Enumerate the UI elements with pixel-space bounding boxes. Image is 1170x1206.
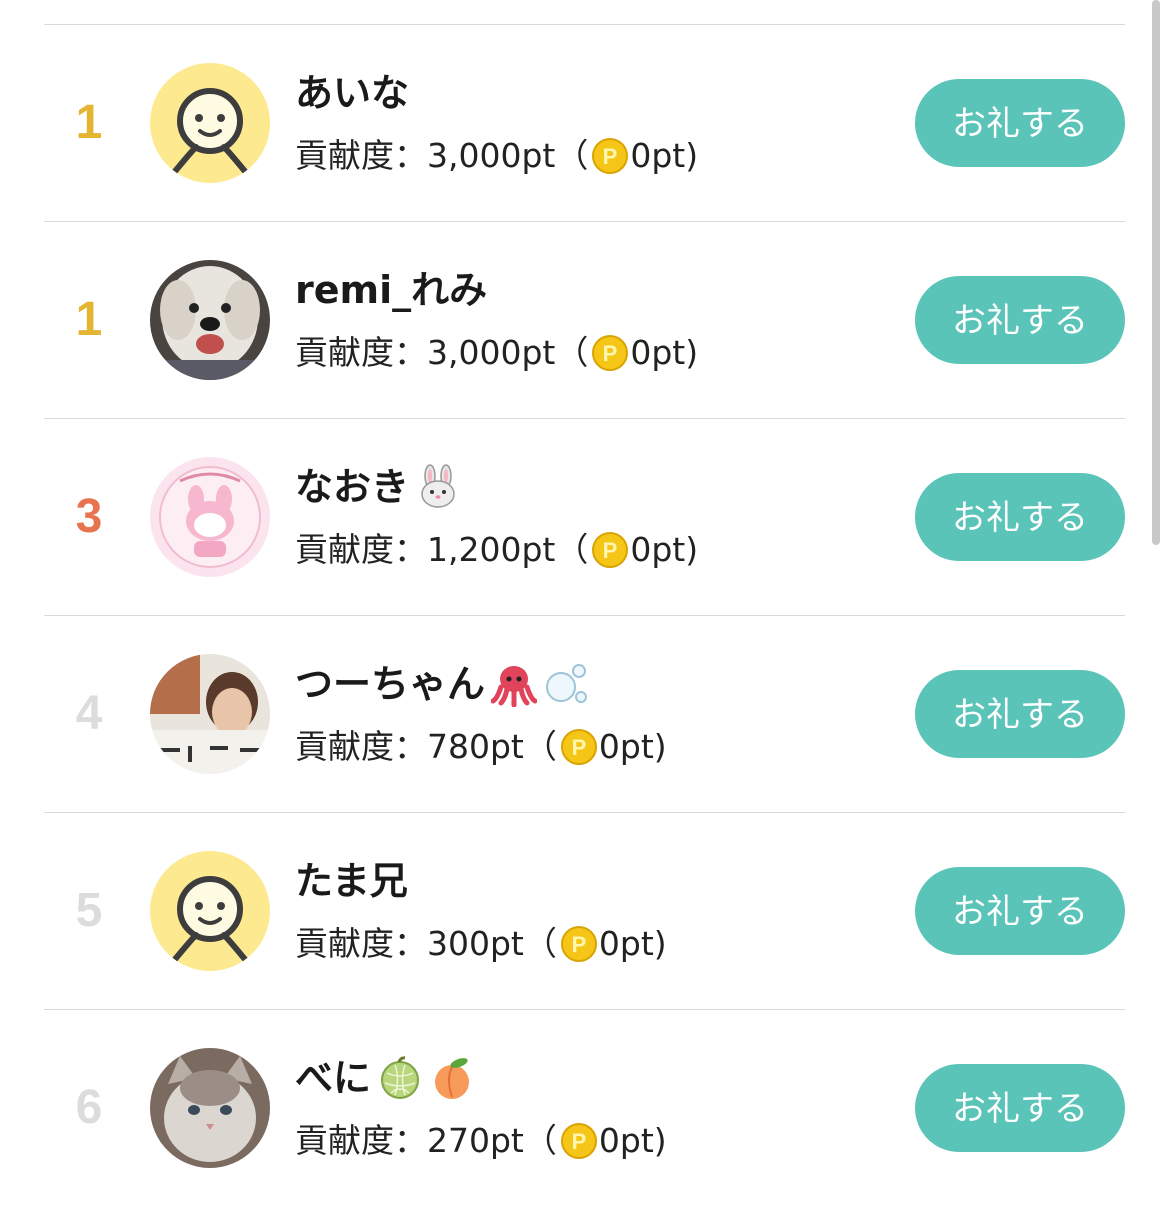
thank-button[interactable]: お礼する — [915, 473, 1125, 561]
svg-text:P: P — [572, 735, 587, 760]
svg-text:P: P — [572, 932, 587, 957]
contribution-points: 貢献度： 300pt （ P 0pt) — [295, 924, 667, 963]
thank-button[interactable]: お礼する — [915, 79, 1125, 167]
ranking-row: 6 べに 貢献度： 270pt （ P 0pt) お礼する — [44, 1009, 1125, 1206]
thank-button[interactable]: お礼する — [915, 1064, 1125, 1152]
cat-photo-avatar[interactable] — [150, 1048, 270, 1168]
contributor-ranking-list: 1 あいな 貢献度： 3,000pt （ P 0pt) お礼する 1 remi_れみ… — [44, 24, 1125, 1206]
my-melody-avatar[interactable] — [150, 457, 270, 577]
person-photo-avatar[interactable] — [150, 654, 270, 774]
dog-photo-avatar[interactable] — [150, 260, 270, 380]
coin-icon: P — [592, 138, 629, 174]
thank-button[interactable]: お礼する — [915, 867, 1125, 955]
default-avatar[interactable] — [150, 63, 270, 183]
peach-emoji — [429, 1055, 475, 1101]
bubbles-emoji — [543, 661, 589, 707]
ranking-row: 1 remi_れみ 貢献度： 3,000pt （ P 0pt) お礼する — [44, 221, 1125, 418]
contribution-points: 貢献度： 780pt （ P 0pt) — [295, 727, 667, 766]
user-name[interactable]: あいな — [295, 67, 409, 119]
user-name[interactable]: つーちゃん — [295, 658, 589, 710]
rank-number: 1 — [75, 293, 103, 346]
ranking-row: 1 あいな 貢献度： 3,000pt （ P 0pt) お礼する — [44, 24, 1125, 221]
contribution-points: 貢献度： 1,200pt （ P 0pt) — [295, 530, 699, 569]
coin-icon: P — [560, 926, 597, 962]
coin-icon: P — [592, 532, 629, 568]
ranking-row: 4 つーちゃん 貢献度： 780pt （ P 0pt) お礼する — [44, 615, 1125, 812]
rank-number: 1 — [75, 96, 103, 149]
svg-text:P: P — [572, 1129, 587, 1154]
octopus-emoji — [491, 661, 538, 707]
ranking-row: 5 たま兄 貢献度： 300pt （ P 0pt) お礼する — [44, 812, 1125, 1009]
svg-text:P: P — [603, 144, 618, 169]
user-name[interactable]: なおき — [295, 461, 461, 513]
svg-text:P: P — [603, 341, 618, 366]
thank-button[interactable]: お礼する — [915, 670, 1125, 758]
melon-emoji — [377, 1055, 423, 1101]
contribution-points: 貢献度： 270pt （ P 0pt) — [295, 1121, 667, 1160]
rank-number: 5 — [75, 884, 103, 937]
default-avatar[interactable] — [150, 851, 270, 971]
rank-number: 4 — [75, 687, 103, 740]
svg-text:P: P — [603, 538, 618, 563]
scrollbar[interactable] — [1152, 0, 1160, 545]
rank-number: 3 — [75, 490, 103, 543]
user-name[interactable]: べに — [295, 1052, 475, 1104]
rank-number: 6 — [75, 1081, 103, 1134]
coin-icon: P — [560, 1123, 597, 1159]
coin-icon: P — [592, 335, 629, 371]
ranking-row: 3 なおき 貢献度： 1,200pt （ P 0pt) お礼する — [44, 418, 1125, 615]
user-name[interactable]: たま兄 — [295, 855, 408, 907]
thank-button[interactable]: お礼する — [915, 276, 1125, 364]
coin-icon: P — [560, 729, 597, 765]
contribution-points: 貢献度： 3,000pt （ P 0pt) — [295, 333, 699, 372]
user-name[interactable]: remi_れみ — [295, 264, 487, 316]
rabbit-emoji — [415, 464, 461, 510]
contribution-points: 貢献度： 3,000pt （ P 0pt) — [295, 136, 699, 175]
